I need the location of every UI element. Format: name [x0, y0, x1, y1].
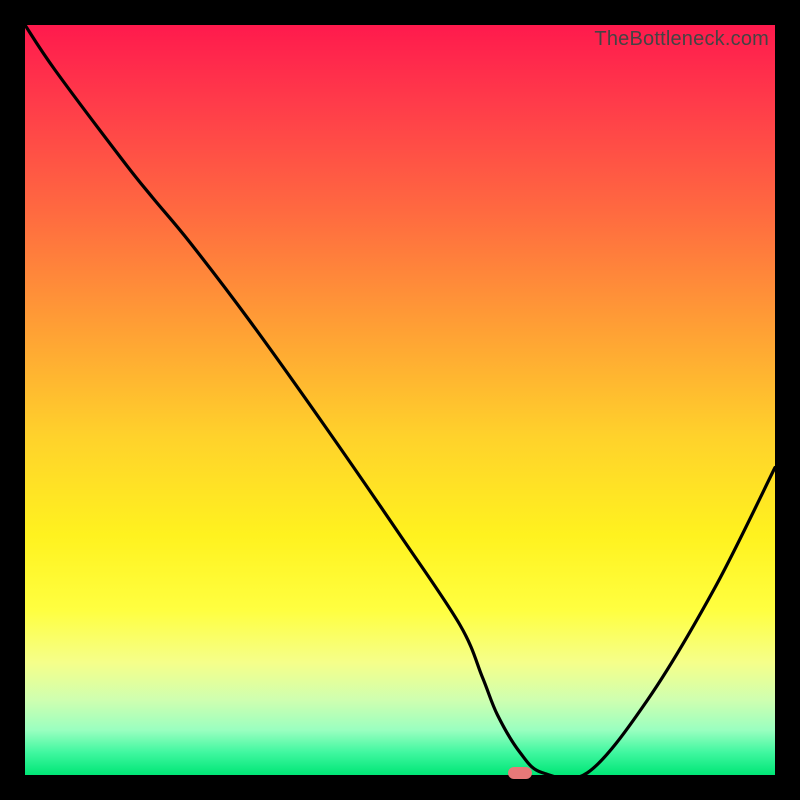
- optimum-marker: [508, 767, 532, 779]
- plot-area: TheBottleneck.com: [25, 25, 775, 775]
- chart-frame: TheBottleneck.com: [0, 0, 800, 800]
- bottleneck-curve: [25, 25, 775, 775]
